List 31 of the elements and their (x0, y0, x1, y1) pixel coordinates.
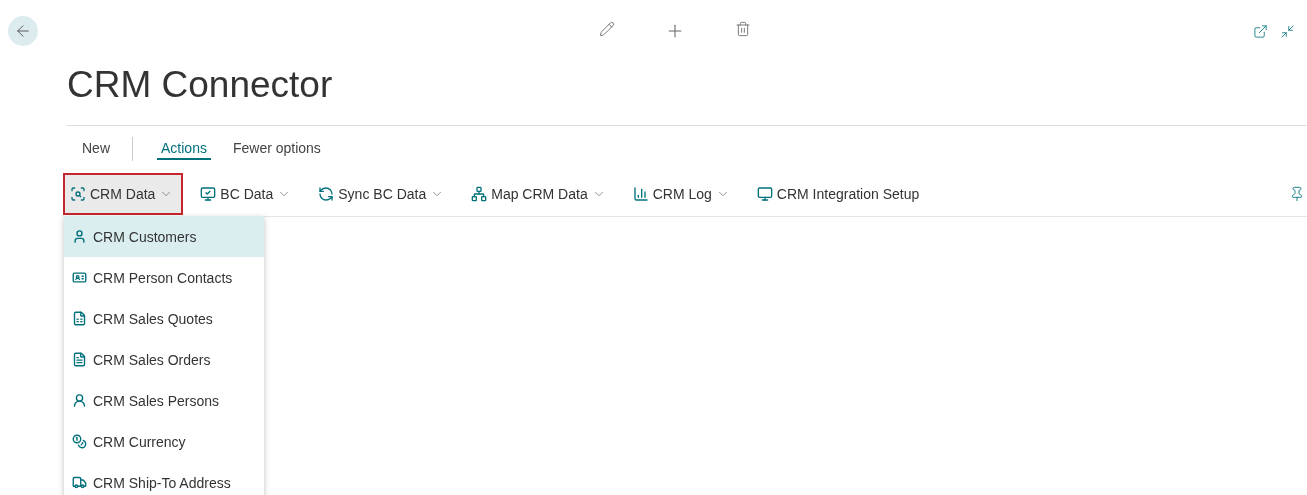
menu-item[interactable]: CRM Customers (64, 216, 264, 257)
action-menu-button[interactable]: CRM Data (63, 173, 184, 215)
menu-item-icon (72, 475, 87, 490)
action-tab[interactable]: New (78, 138, 114, 160)
menu-item[interactable]: CRM Sales Orders (64, 339, 264, 380)
back-button[interactable] (8, 16, 38, 46)
page-title: CRM Connector (67, 63, 334, 107)
action-tab[interactable]: Actions (157, 138, 211, 160)
action-icon (756, 186, 773, 202)
menu-item-icon (72, 270, 87, 285)
action-icon (632, 186, 649, 202)
menu-item-icon (72, 311, 87, 326)
menu-item[interactable]: CRM Sales Persons (64, 380, 264, 421)
action-menu-button[interactable]: Map CRM Data (464, 173, 616, 215)
action-menu-button[interactable]: CRM Integration Setup (749, 173, 930, 215)
menu-item-icon (72, 393, 87, 408)
action-icon (200, 186, 217, 202)
menu-item[interactable]: CRM Currency (64, 421, 264, 462)
action-icon (318, 186, 335, 202)
menu-item[interactable]: CRM Sales Quotes (64, 298, 264, 339)
menu-item[interactable]: CRM Ship-To Address (64, 462, 264, 495)
menu-item-icon (72, 352, 87, 367)
action-menu-button[interactable]: CRM Log (625, 173, 740, 215)
menu-item-icon (72, 229, 87, 244)
action-menu-button[interactable]: BC Data (193, 173, 302, 215)
action-tab[interactable]: Fewer options (228, 138, 325, 160)
menu-item[interactable]: CRM Person Contacts (64, 257, 264, 298)
action-icon (471, 186, 488, 202)
menu-item-icon (72, 434, 87, 449)
action-menu-button[interactable]: Sync BC Data (311, 173, 455, 215)
action-icon (70, 186, 86, 202)
